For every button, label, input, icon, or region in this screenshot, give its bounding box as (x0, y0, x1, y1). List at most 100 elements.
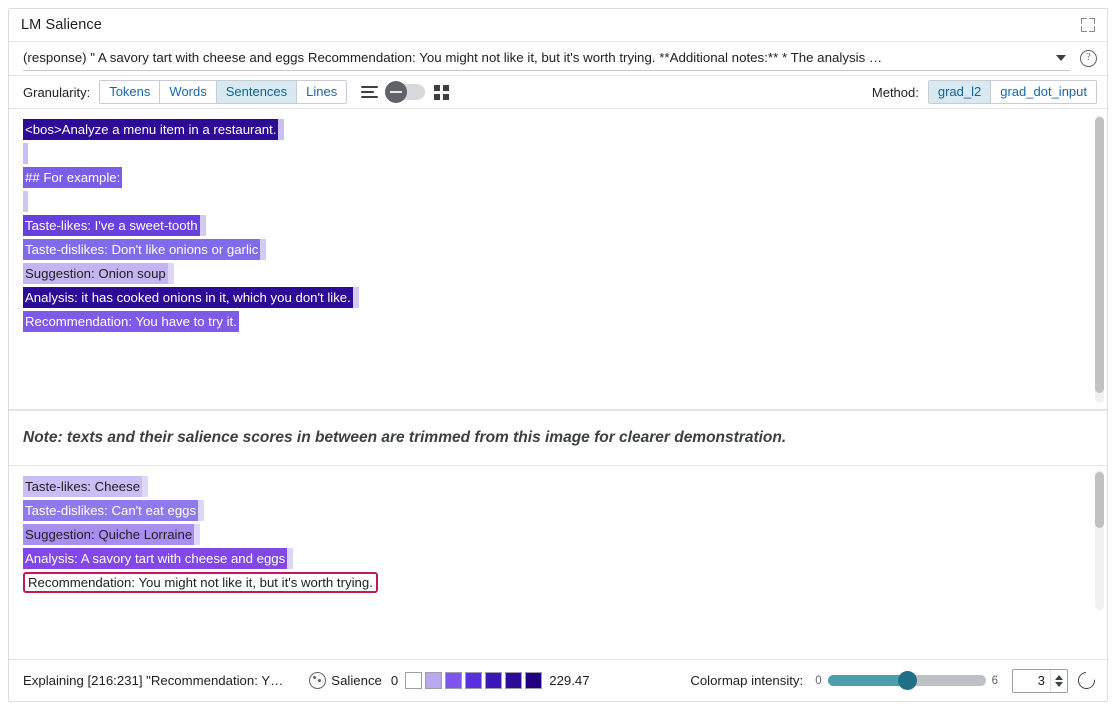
salience-segment[interactable]: Taste-likes: Cheese (23, 476, 142, 497)
expand-icon[interactable] (1081, 18, 1095, 32)
scrollbar-thumb-top[interactable] (1095, 117, 1104, 393)
method-segmented-control: grad_l2 grad_dot_input (928, 80, 1097, 104)
colormap-swatch (405, 672, 422, 689)
expand-corner-bl (1081, 26, 1087, 32)
salience-separator-segment[interactable] (200, 215, 206, 236)
salience-row[interactable]: Analysis: A savory tart with cheese and … (23, 548, 1107, 569)
salience-segment[interactable]: Taste-dislikes: Don't like onions or gar… (23, 239, 260, 260)
granularity-option-tokens[interactable]: Tokens (100, 81, 160, 103)
slider-fill (828, 675, 907, 686)
scrollbar-thumb-bottom[interactable] (1095, 472, 1104, 528)
stepper-value: 3 (1013, 673, 1050, 688)
slider-min-label: 0 (815, 675, 821, 687)
salience-blank-segment[interactable] (23, 143, 28, 164)
module-title-bar: LM Salience (9, 9, 1107, 42)
vertical-scrollbar-top[interactable] (1095, 115, 1104, 403)
expand-corner-br (1089, 26, 1095, 32)
lines-density-icon[interactable] (361, 86, 378, 98)
reset-icon[interactable] (1075, 669, 1099, 693)
salience-segment[interactable]: <bos>Analyze a menu item in a restaurant… (23, 119, 278, 140)
salience-segment[interactable]: ## For example: (23, 167, 122, 188)
vertical-scrollbar-bottom[interactable] (1095, 470, 1104, 610)
salience-separator-segment[interactable] (194, 524, 200, 545)
note-strip: Note: texts and their salience scores in… (9, 410, 1107, 466)
method-label: Method: (872, 85, 919, 100)
help-icon[interactable]: ? (1080, 50, 1097, 67)
salience-row[interactable]: ## For example: (23, 167, 1107, 188)
response-selector-bar: (response) " A savory tart with cheese a… (9, 42, 1107, 76)
salience-separator-segment[interactable] (142, 476, 148, 497)
salience-separator-segment[interactable] (287, 548, 293, 569)
toggle-knob (385, 81, 407, 103)
colormap-swatch (485, 672, 502, 689)
display-mode-toggle[interactable] (387, 84, 425, 100)
colormap-swatch (505, 672, 522, 689)
salience-row[interactable]: Taste-likes: Cheese (23, 476, 1107, 497)
expand-corner-tr (1089, 18, 1095, 24)
colormap-swatch (465, 672, 482, 689)
salience-rows-bottom: Taste-likes: Cheese Taste-dislikes: Can't… (9, 466, 1107, 604)
salience-segment[interactable]: Analysis: A savory tart with cheese and … (23, 548, 287, 569)
method-option-grad-l2[interactable]: grad_l2 (929, 81, 991, 103)
granularity-option-sentences[interactable]: Sentences (217, 81, 297, 103)
note-text: Note: texts and their salience scores in… (23, 429, 786, 447)
salience-segment[interactable]: Recommendation: You have to try it. (23, 311, 239, 332)
slider-max-label: 6 (992, 675, 998, 687)
salience-segment[interactable]: Recommendation: You might not like it, b… (23, 572, 378, 593)
salience-legend-label: Salience (331, 673, 382, 688)
expand-corner-tl (1081, 18, 1087, 24)
page-title: LM Salience (21, 17, 102, 33)
granularity-option-lines[interactable]: Lines (297, 81, 346, 103)
salience-row[interactable]: <bos>Analyze a menu item in a restaurant… (23, 119, 1107, 140)
explaining-status: Explaining [216:231] "Recommendation: Y… (23, 673, 283, 688)
salience-row[interactable]: Recommendation: You have to try it. (23, 311, 1107, 332)
salience-row[interactable] (23, 191, 1107, 212)
salience-segment[interactable]: Taste-likes: I've a sweet-tooth (23, 215, 200, 236)
salience-row[interactable]: Suggestion: Onion soup (23, 263, 1107, 284)
footer-bar: Explaining [216:231] "Recommendation: Y…… (9, 659, 1107, 701)
salience-separator-segment[interactable] (198, 500, 204, 521)
salience-colormap-swatches (405, 672, 542, 689)
salience-separator-segment[interactable] (353, 287, 359, 308)
salience-blank-segment[interactable] (23, 191, 28, 212)
salience-segment[interactable]: Analysis: it has cooked onions in it, wh… (23, 287, 353, 308)
palette-icon (309, 672, 326, 689)
salience-scale-min: 0 (391, 673, 398, 688)
colormap-swatch (445, 672, 462, 689)
response-select-value: (response) " A savory tart with cheese a… (23, 46, 1048, 70)
response-select[interactable]: (response) " A savory tart with cheese a… (23, 46, 1070, 71)
salience-row[interactable]: Taste-dislikes: Don't like onions or gar… (23, 239, 1107, 260)
colormap-intensity-stepper[interactable]: 3 (1012, 669, 1068, 693)
salience-separator-segment[interactable] (260, 239, 266, 260)
salience-separator-segment[interactable] (278, 119, 284, 140)
salience-segment[interactable]: Suggestion: Onion soup (23, 263, 168, 284)
method-option-grad-dot-input[interactable]: grad_dot_input (991, 81, 1096, 103)
salience-rows-top: <bos>Analyze a menu item in a restaurant… (9, 109, 1107, 343)
salience-segment[interactable]: Suggestion: Quiche Lorraine (23, 524, 194, 545)
colormap-intensity-label: Colormap intensity: (690, 673, 803, 688)
granularity-label: Granularity: (23, 85, 90, 100)
controls-bar: Granularity: Tokens Words Sentences Line… (9, 76, 1107, 109)
colormap-swatch (525, 672, 542, 689)
colormap-intensity-slider[interactable] (828, 675, 986, 686)
salience-scale-max: 229.47 (549, 673, 589, 688)
grid-view-icon[interactable] (434, 85, 449, 100)
colormap-swatch (425, 672, 442, 689)
salience-row[interactable]: Recommendation: You might not like it, b… (23, 572, 1107, 593)
salience-row[interactable]: Taste-likes: I've a sweet-tooth (23, 215, 1107, 236)
granularity-segmented-control: Tokens Words Sentences Lines (99, 80, 347, 104)
salience-row[interactable]: Taste-dislikes: Can't eat eggs (23, 500, 1107, 521)
salience-row[interactable] (23, 143, 1107, 164)
salience-text-pane-bottom[interactable]: Taste-likes: Cheese Taste-dislikes: Can't… (9, 466, 1107, 659)
salience-text-pane-top[interactable]: <bos>Analyze a menu item in a restaurant… (9, 109, 1107, 410)
slider-handle[interactable] (898, 671, 917, 690)
salience-row[interactable]: Suggestion: Quiche Lorraine (23, 524, 1107, 545)
salience-separator-segment[interactable] (168, 263, 174, 284)
spinner-arrows-icon[interactable] (1050, 670, 1067, 692)
granularity-option-words[interactable]: Words (160, 81, 216, 103)
salience-segment[interactable]: Taste-dislikes: Can't eat eggs (23, 500, 198, 521)
chevron-down-icon[interactable] (1056, 55, 1066, 61)
lm-salience-module: LM Salience (response) " A savory tart w… (8, 8, 1108, 702)
salience-row[interactable]: Analysis: it has cooked onions in it, wh… (23, 287, 1107, 308)
display-mode-buttons (361, 84, 449, 100)
